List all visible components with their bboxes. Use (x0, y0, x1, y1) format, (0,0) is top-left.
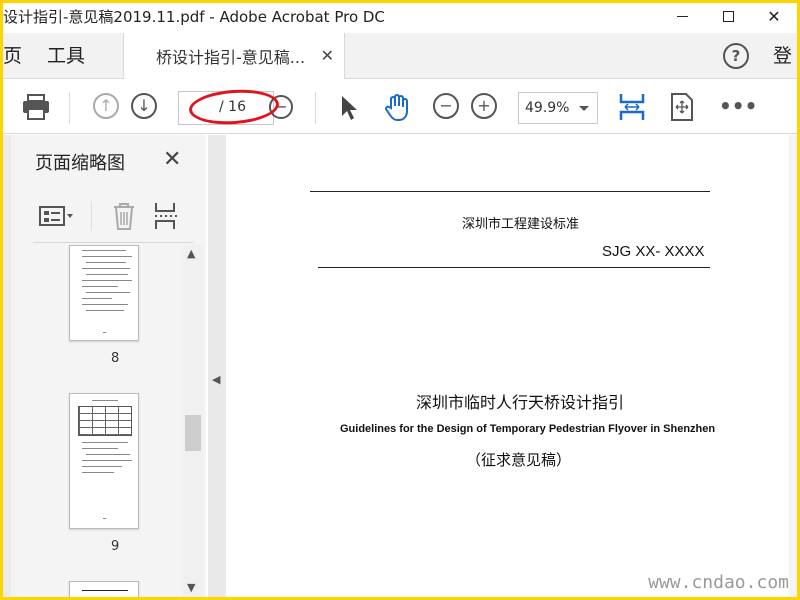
previous-page-button[interactable]: ↑ (93, 93, 119, 119)
standard-code: SJG XX- XXXX (602, 243, 705, 260)
insert-page-icon[interactable] (153, 201, 179, 231)
zoom-out-button[interactable]: − (433, 93, 459, 119)
chevron-down-icon (579, 106, 589, 111)
arrow-up-icon: ↑ (99, 96, 113, 115)
main-toolbar: ↑ ↓ / 16 − − + 49.9% ••• (3, 80, 797, 134)
minimize-button[interactable] (659, 3, 705, 30)
nav-home[interactable]: 页 (3, 33, 22, 79)
thumbnail-page-number: 9 (111, 539, 120, 554)
scroll-thumb[interactable] (185, 415, 201, 451)
tab-close-icon[interactable]: ✕ (321, 46, 334, 65)
panel-separator (91, 201, 92, 231)
header-rule-bottom (318, 267, 710, 268)
more-tools-button[interactable]: ••• (719, 94, 757, 118)
panel-title: 页面缩略图 (35, 153, 125, 174)
print-icon (23, 94, 49, 120)
next-page-button[interactable]: ↓ (131, 93, 157, 119)
more-icon: ••• (719, 94, 758, 118)
fit-width-button[interactable] (617, 90, 647, 128)
trash-icon[interactable] (111, 201, 137, 231)
panel-strip (3, 135, 11, 597)
scroll-up-icon[interactable]: ▲ (187, 247, 195, 260)
tab-bar: 页 工具 桥设计指引-意见稿... ✕ ? 登 (3, 33, 797, 79)
document-tab[interactable]: 桥设计指引-意见稿... ✕ (123, 33, 345, 79)
thumbnail-page-number: 8 (111, 351, 120, 366)
document-title-cn: 深圳市临时人行天桥设计指引 (416, 393, 625, 412)
print-button[interactable] (21, 93, 51, 125)
title-bar: 设计指引-意见稿2019.11.pdf - Adobe Acrobat Pro … (3, 3, 797, 30)
close-icon: ✕ (767, 7, 781, 26)
help-icon[interactable]: ? (723, 43, 749, 69)
document-tab-label: 桥设计指引-意见稿... (156, 48, 306, 67)
zoom-in-icon: + (477, 96, 491, 115)
full-screen-button[interactable] (669, 92, 695, 126)
thumbnail-table (78, 406, 132, 436)
thumbnail-options-icon[interactable] (39, 205, 75, 227)
thumbnail-page-8[interactable] (69, 245, 139, 341)
site-watermark: www.cndao.com (648, 572, 789, 593)
maximize-icon (722, 11, 734, 22)
header-rule (310, 191, 710, 192)
close-window-button[interactable]: ✕ (751, 3, 797, 30)
hand-tool-button[interactable] (383, 92, 413, 126)
full-screen-icon (671, 93, 693, 121)
chevron-left-icon: ◀ (212, 373, 221, 386)
zoom-level-dropdown[interactable]: 49.9% (518, 92, 598, 124)
thumbnail-scrollbar[interactable]: ▲ ▼ (183, 245, 203, 597)
toolbar-separator (69, 92, 70, 124)
select-tool-button[interactable] (339, 94, 359, 126)
arrow-down-icon: ↓ (137, 96, 151, 115)
panel-toolbar (33, 193, 193, 243)
maximize-button[interactable] (705, 3, 751, 30)
document-subtitle: （征求意见稿） (466, 451, 572, 469)
login-link[interactable]: 登 (773, 33, 792, 79)
zoom-out-icon: − (439, 96, 453, 115)
hand-icon (385, 94, 408, 121)
thumbnails-panel: 页面缩略图 ✕ 8 9 ▲ ▼ (3, 135, 206, 597)
toolbar-separator (315, 92, 316, 124)
scroll-down-icon[interactable]: ▼ (187, 581, 195, 594)
standard-header: 深圳市工程建设标准 (462, 217, 580, 232)
nav-tools[interactable]: 工具 (47, 33, 85, 79)
panel-collapse-handle[interactable]: ◀ (208, 135, 226, 597)
thumbnail-list: 8 9 (33, 245, 183, 597)
pointer-icon (342, 96, 357, 120)
thumbnail-page-9[interactable] (69, 393, 139, 529)
panel-close-icon[interactable]: ✕ (163, 147, 181, 172)
app-window: 设计指引-意见稿2019.11.pdf - Adobe Acrobat Pro … (3, 3, 797, 597)
thumbnail-page-10[interactable] (69, 581, 139, 597)
zoom-in-button[interactable]: + (471, 93, 497, 119)
document-view[interactable]: 深圳市工程建设标准 SJG XX- XXXX 深圳市临时人行天桥设计指引 Gui… (226, 135, 797, 597)
minimize-icon (676, 16, 688, 17)
document-title-en: Guidelines for the Design of Temporary P… (340, 423, 716, 435)
fit-width-icon (619, 94, 645, 120)
zoom-level-value: 49.9% (525, 100, 570, 116)
window-title: 设计指引-意见稿2019.11.pdf - Adobe Acrobat Pro … (3, 8, 385, 26)
document-scrollbar[interactable] (789, 135, 797, 597)
